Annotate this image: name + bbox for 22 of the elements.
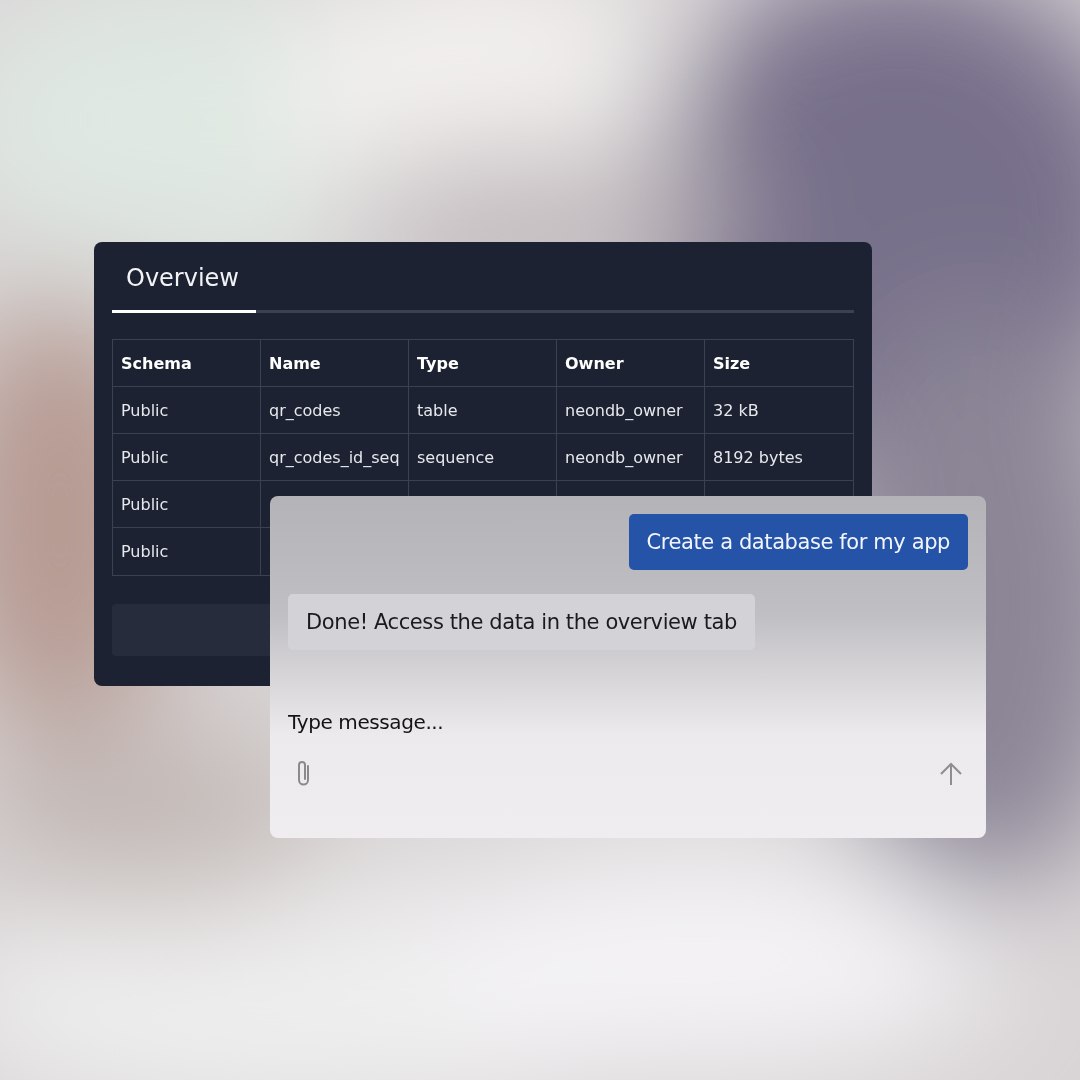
message-input[interactable]: Type message...: [288, 706, 968, 738]
table-cell: 32 kB: [705, 387, 853, 434]
send-arrow-icon[interactable]: [938, 761, 964, 787]
table-cell: qr_codes: [261, 387, 409, 434]
overview-tab[interactable]: Overview: [112, 262, 256, 313]
table-cell: table: [409, 387, 557, 434]
table-cell: neondb_owner: [557, 434, 705, 481]
table-cell: sequence: [409, 434, 557, 481]
table-cell: Public: [113, 387, 261, 434]
table-cell: Public: [113, 434, 261, 481]
user-message: Create a database for my app: [628, 514, 968, 570]
table-cell: Public: [113, 481, 261, 528]
column-header: Type: [409, 340, 557, 387]
column-header: Owner: [557, 340, 705, 387]
column-header: Schema: [113, 340, 261, 387]
column-header: Name: [261, 340, 409, 387]
column-header: Size: [705, 340, 853, 387]
table-cell: Public: [113, 528, 261, 575]
table-cell: neondb_owner: [557, 387, 705, 434]
assistant-message: Done! Access the data in the overview tab: [288, 594, 755, 650]
table-cell: 8192 bytes: [705, 434, 853, 481]
table-cell: qr_codes_id_seq: [261, 434, 409, 481]
